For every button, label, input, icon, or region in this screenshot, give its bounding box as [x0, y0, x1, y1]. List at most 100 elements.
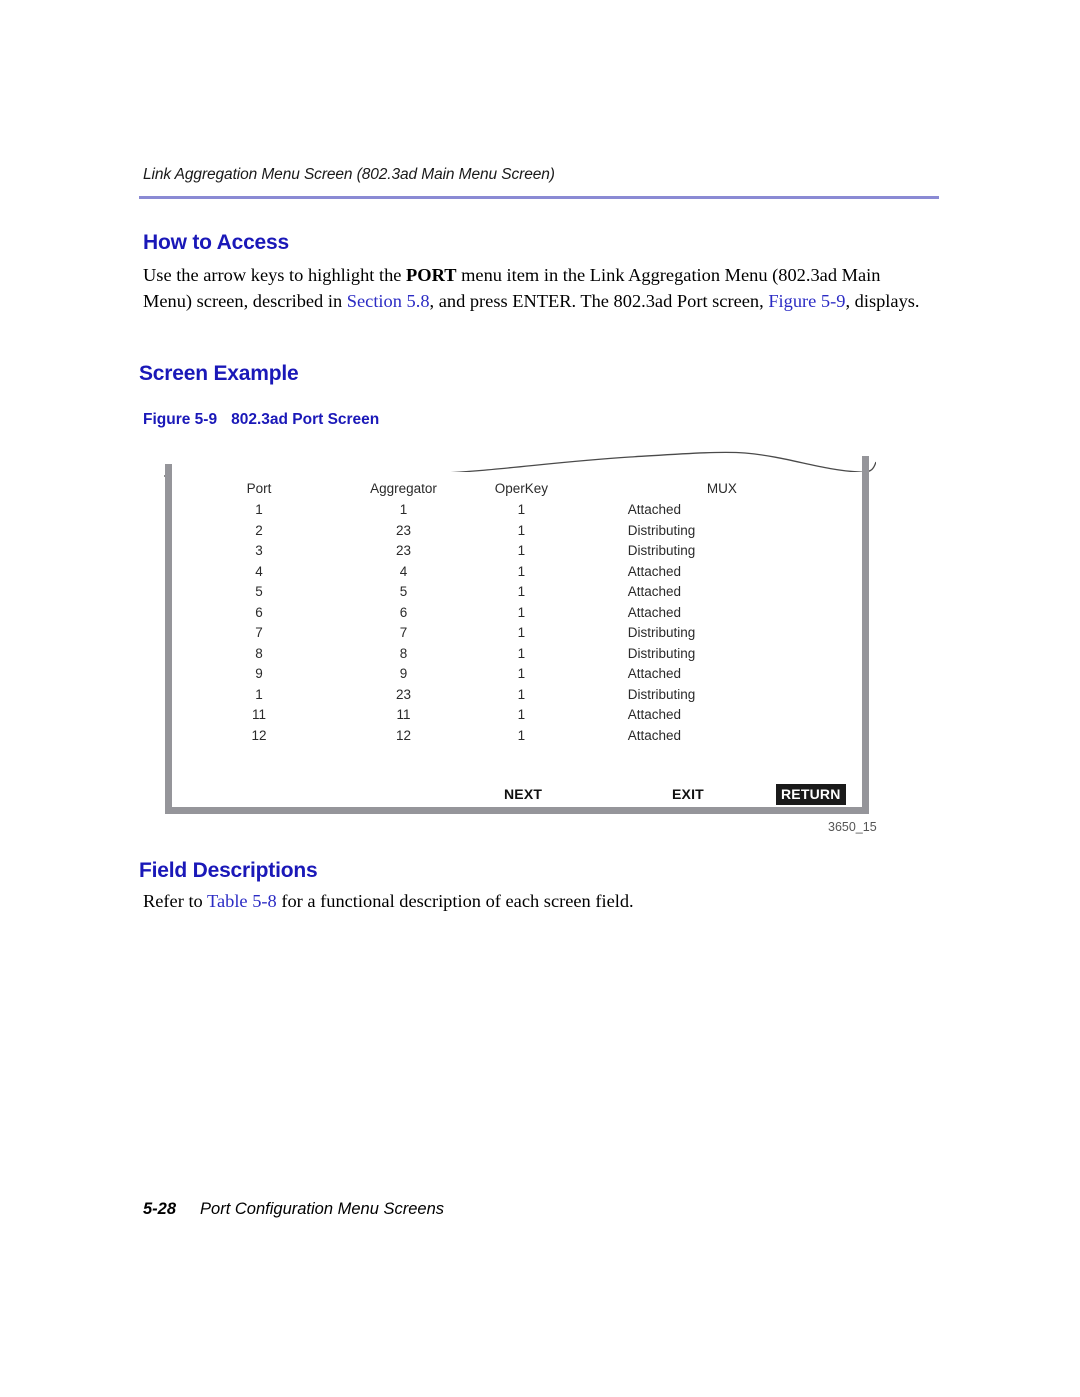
cell-aggregator: 8	[399, 645, 408, 661]
cell-port: 12	[251, 727, 267, 743]
exit-button[interactable]: EXIT	[672, 786, 704, 802]
table-row[interactable]: 12 12 1 Attached	[172, 725, 862, 746]
terminal-screen: Port Aggregator OperKey MUX 1 1 1 Attach…	[172, 472, 862, 807]
figure-frame-right	[862, 456, 869, 814]
table-row[interactable]: 9 9 1 Attached	[172, 664, 862, 685]
table-row[interactable]: 7 7 1 Distributing	[172, 623, 862, 644]
cell-aggregator: 12	[396, 727, 412, 743]
cell-operkey: 1	[517, 707, 526, 723]
column-header-operkey: OperKey	[494, 480, 548, 496]
figure-frame-left	[165, 464, 172, 814]
section-heading-screen-example: Screen Example	[139, 362, 299, 385]
para-text-2: for a functional description of each scr…	[276, 891, 634, 911]
cell-mux: Attached	[627, 727, 682, 743]
cell-aggregator: 9	[399, 666, 408, 682]
page-footer: 5-28 Port Configuration Menu Screens	[143, 1200, 444, 1219]
column-header-aggregator: Aggregator	[370, 480, 437, 496]
paragraph-how-to-access: Use the arrow keys to highlight the PORT…	[143, 263, 923, 314]
cell-aggregator: 23	[396, 686, 412, 702]
cell-aggregator: 23	[396, 543, 412, 559]
paragraph-field-descriptions: Refer to Table 5-8 for a functional desc…	[143, 889, 923, 915]
cell-operkey: 1	[517, 604, 526, 620]
para-text-3: , and press ENTER. The 802.3ad Port scre…	[429, 290, 769, 311]
cell-mux: Attached	[627, 604, 682, 620]
para-emphasis-port: PORT	[406, 265, 457, 285]
next-button[interactable]: NEXT	[504, 786, 542, 802]
cell-port: 1	[255, 686, 263, 702]
cell-port: 7	[255, 625, 263, 641]
cell-aggregator: 4	[399, 563, 408, 579]
cell-operkey: 1	[517, 686, 526, 702]
screen-figure: Port Aggregator OperKey MUX 1 1 1 Attach…	[160, 448, 876, 838]
running-header: Link Aggregation Menu Screen (802.3ad Ma…	[143, 166, 555, 183]
para-text-4: , displays.	[845, 290, 920, 311]
table-row[interactable]: 4 4 1 Attached	[172, 561, 862, 582]
cell-mux: Distributing	[627, 543, 696, 559]
cell-mux: Distributing	[627, 625, 696, 641]
cell-port: 1	[255, 502, 263, 518]
section-heading-how-to-access: How to Access	[143, 231, 289, 254]
cell-operkey: 1	[517, 625, 526, 641]
cell-mux: Attached	[627, 563, 682, 579]
cell-operkey: 1	[517, 666, 526, 682]
port-table-header: Port Aggregator OperKey MUX	[172, 478, 862, 500]
cell-port: 4	[255, 563, 263, 579]
para-text-1: Use the arrow keys to highlight the	[143, 265, 407, 285]
cell-mux: Attached	[627, 502, 682, 518]
cell-port: 2	[255, 522, 263, 538]
port-table: Port Aggregator OperKey MUX 1 1 1 Attach…	[172, 478, 862, 746]
column-header-mux: MUX	[706, 480, 737, 496]
cell-mux: Distributing	[627, 686, 696, 702]
cell-port: 6	[255, 604, 263, 620]
cell-operkey: 1	[517, 502, 526, 518]
table-row[interactable]: 11 11 1 Attached	[172, 705, 862, 726]
figure-frame-bottom	[165, 807, 869, 814]
footer-text: Port Configuration Menu Screens	[200, 1200, 444, 1218]
link-figure-5-9[interactable]: Figure 5-9	[768, 291, 845, 311]
cell-operkey: 1	[517, 584, 526, 600]
cell-mux: Distributing	[627, 522, 696, 538]
link-table-5-8[interactable]: Table 5-8	[207, 891, 277, 911]
cell-mux: Distributing	[627, 645, 696, 661]
link-section-5-8[interactable]: Section 5.8	[347, 291, 430, 311]
table-row[interactable]: 3 23 1 Distributing	[172, 541, 862, 562]
cell-mux: Attached	[627, 584, 682, 600]
cell-port: 11	[252, 707, 267, 723]
column-header-port: Port	[246, 480, 272, 496]
table-row[interactable]: 6 6 1 Attached	[172, 602, 862, 623]
cell-aggregator: 23	[396, 522, 412, 538]
table-row[interactable]: 1 1 1 Attached	[172, 500, 862, 521]
figure-caption: Figure 5-9 802.3ad Port Screen	[143, 411, 379, 429]
figure-id-label: 3650_15	[828, 820, 877, 834]
cell-aggregator: 5	[399, 584, 408, 600]
return-button[interactable]: RETURN	[776, 784, 846, 805]
figure-caption-number: Figure 5-9	[143, 411, 218, 428]
figure-caption-title: 802.3ad Port Screen	[231, 411, 380, 428]
footer-page-number: 5-28	[143, 1200, 177, 1218]
table-row[interactable]: 1 23 1 Distributing	[172, 684, 862, 705]
cell-port: 3	[255, 543, 263, 559]
cell-port: 8	[255, 645, 263, 661]
cell-port: 9	[255, 666, 263, 682]
table-row[interactable]: 2 23 1 Distributing	[172, 520, 862, 541]
table-header-row: Port Aggregator OperKey MUX	[172, 478, 862, 500]
cell-aggregator: 7	[399, 625, 408, 641]
table-row[interactable]: 8 8 1 Distributing	[172, 643, 862, 664]
cell-operkey: 1	[517, 522, 526, 538]
cell-mux: Attached	[627, 707, 682, 723]
cell-aggregator: 6	[399, 604, 408, 620]
section-heading-field-descriptions: Field Descriptions	[139, 859, 318, 882]
cell-port: 5	[255, 584, 263, 600]
cell-operkey: 1	[517, 727, 526, 743]
table-row[interactable]: 5 5 1 Attached	[172, 582, 862, 603]
screen-button-row: NEXT EXIT RETURN	[172, 784, 862, 806]
cell-aggregator: 11	[396, 707, 411, 723]
para-text-1: Refer to	[143, 891, 208, 911]
cell-operkey: 1	[517, 563, 526, 579]
cell-operkey: 1	[517, 645, 526, 661]
cell-aggregator: 1	[399, 502, 408, 518]
cell-operkey: 1	[517, 543, 526, 559]
cell-mux: Attached	[627, 666, 682, 682]
header-rule	[139, 196, 939, 199]
document-page: Link Aggregation Menu Screen (802.3ad Ma…	[0, 0, 1080, 1397]
